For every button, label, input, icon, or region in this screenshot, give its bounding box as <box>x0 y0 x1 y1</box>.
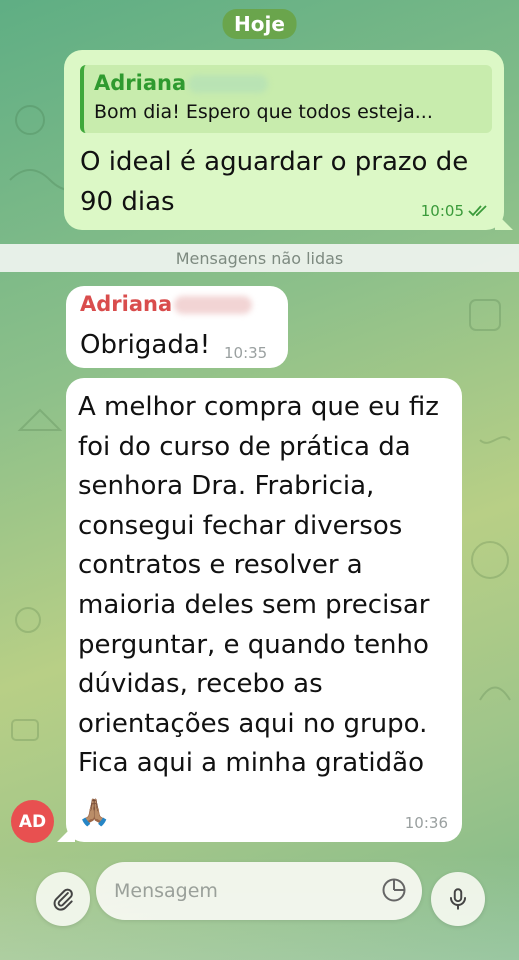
message-text: Obrigada! <box>80 330 211 360</box>
reply-preview: Bom dia! Espero que todos esteja... <box>94 101 433 123</box>
incoming-message[interactable]: Adriana Obrigada! 10:35 <box>66 286 288 368</box>
sender-name[interactable]: Adriana <box>80 292 253 316</box>
reply-sender: Adriana <box>94 69 482 97</box>
attach-button[interactable] <box>36 872 90 926</box>
message-time: 10:05 <box>420 202 464 220</box>
blurred-surname <box>174 296 253 314</box>
paperclip-icon <box>53 888 73 911</box>
message-time: 10:35 <box>224 344 268 362</box>
message-meta: 10:05 <box>421 202 490 220</box>
double-check-icon <box>468 205 487 217</box>
message-input-container[interactable] <box>96 862 422 920</box>
avatar[interactable]: AD <box>11 800 54 843</box>
bubble-tail <box>495 212 513 230</box>
bubble-tail <box>57 824 75 842</box>
reply-quote[interactable]: Adriana Bom dia! Espero que todos esteja… <box>80 65 492 133</box>
outgoing-message[interactable]: Adriana Bom dia! Espero que todos esteja… <box>64 50 513 230</box>
date-separator: Hoje <box>222 9 297 39</box>
message-text: A melhor compra que eu fiz foi do curso … <box>78 392 439 779</box>
microphone-icon <box>449 888 467 910</box>
microphone-button[interactable] <box>431 872 485 926</box>
message-time: 10:36 <box>404 814 448 832</box>
unread-messages-divider: Mensagens não lidas <box>0 244 519 272</box>
sticker-icon[interactable] <box>380 876 408 904</box>
blurred-surname <box>188 75 269 93</box>
folded-hands-emoji: 🙏🏽 <box>78 798 111 828</box>
message-input[interactable] <box>112 874 366 908</box>
incoming-message[interactable]: A melhor compra que eu fiz foi do curso … <box>57 378 462 842</box>
